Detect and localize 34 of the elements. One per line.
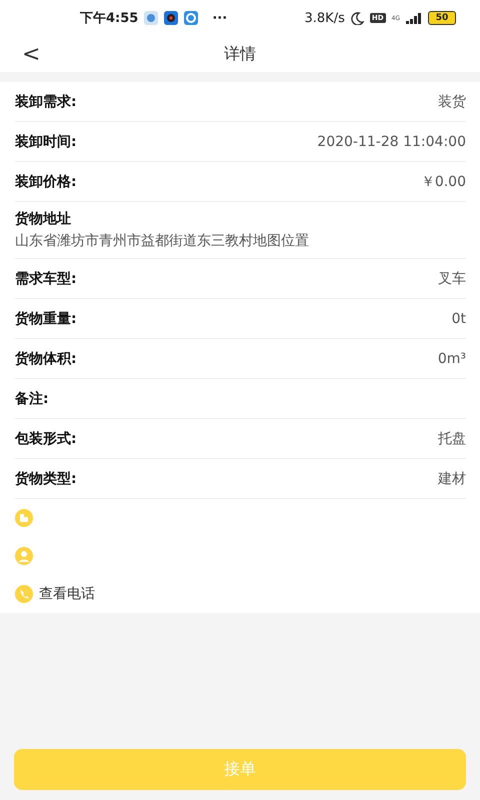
battery-icon: 50 (428, 11, 456, 25)
app-icon (144, 11, 158, 25)
field-label: 备注: (15, 390, 49, 408)
field-label: 货物类型: (15, 470, 77, 488)
moon-icon (350, 12, 364, 24)
field-label: 需求车型: (15, 270, 77, 288)
field-label: 货物地址 (15, 210, 71, 228)
field-label: 货物重量: (15, 310, 77, 328)
field-label: 装卸时间: (15, 132, 77, 150)
status-time: 下午4:55 (80, 10, 138, 27)
field-value: 2020-11-28 11:04:00 (317, 134, 466, 150)
field-label: 包装形式: (15, 430, 77, 448)
building-icon (15, 509, 33, 527)
signal-icon (406, 12, 422, 24)
field-value: 叉车 (438, 270, 466, 288)
person-icon (15, 547, 33, 565)
field-value: ￥0.00 (420, 172, 466, 190)
back-button[interactable]: < (0, 42, 60, 66)
field-value: 0m³ (438, 350, 466, 366)
phone-icon (15, 585, 33, 603)
field-value: 建材 (438, 470, 466, 488)
more-dots: ··· (212, 10, 228, 26)
field-label: 装卸需求: (15, 92, 77, 110)
field-label: 货物体积: (15, 350, 77, 368)
app-icon (184, 11, 198, 25)
field-label: 装卸价格: (15, 172, 77, 190)
field-value: 0t (452, 310, 466, 326)
address-text: 山东省潍坊市青州市益都街道东三教村地图位置 (15, 232, 309, 250)
field-value: 装货 (438, 92, 466, 110)
app-icon (164, 11, 178, 25)
phone-link[interactable]: 查看电话 (39, 585, 95, 603)
field-value: 托盘 (438, 430, 466, 448)
network-speed: 3.8K/s (304, 10, 345, 26)
page-title: 详情 (223, 44, 257, 64)
